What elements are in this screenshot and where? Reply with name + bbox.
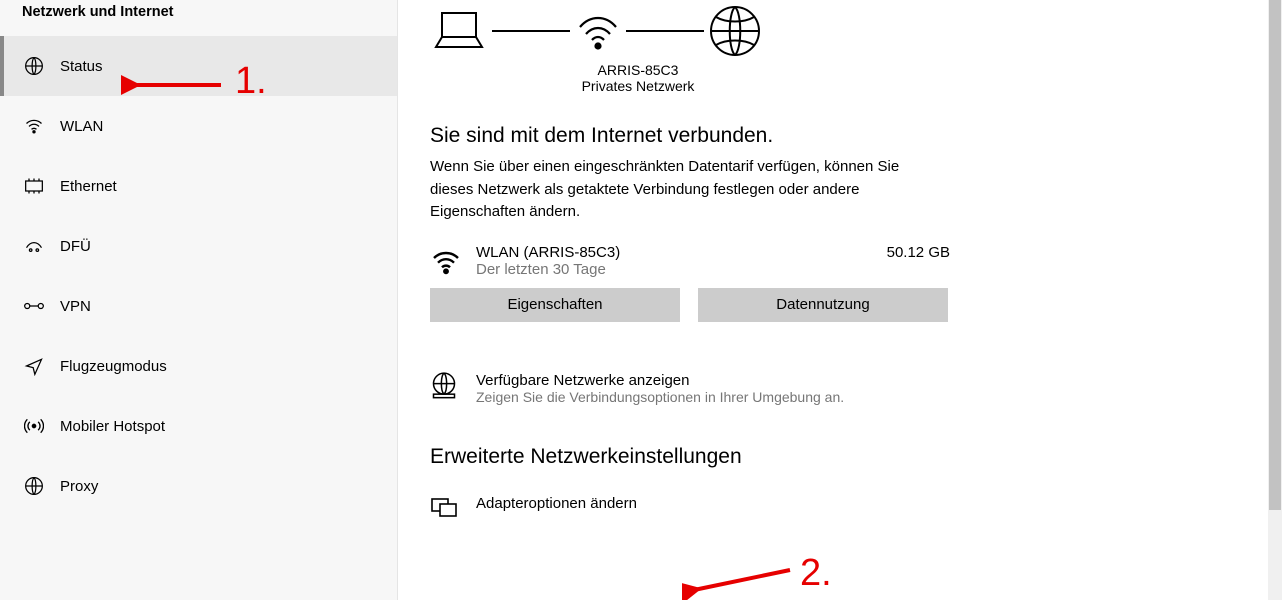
sidebar-title: Netzwerk und Internet: [0, 0, 397, 36]
diagram-line: [626, 30, 704, 32]
sidebar-item-label: Status: [60, 58, 103, 75]
adapter-icon: [430, 495, 476, 519]
sidebar-item-label: VPN: [60, 298, 91, 315]
connection-sub: Der letzten 30 Tage: [476, 261, 850, 278]
sidebar-item-label: Proxy: [60, 478, 98, 495]
sidebar-item-ethernet[interactable]: Ethernet: [0, 156, 397, 216]
dialup-icon: [22, 234, 46, 258]
ethernet-icon: [22, 174, 46, 198]
adapter-options-link[interactable]: Adapteroptionen ändern: [430, 495, 1252, 519]
main-content: ARRIS-85C3 Privates Netzwerk Sie sind mi…: [398, 0, 1282, 600]
network-ssid: ARRIS-85C3: [598, 62, 679, 78]
connection-row: WLAN (ARRIS-85C3) Der letzten 30 Tage 50…: [430, 244, 950, 278]
sidebar-item-label: Mobiler Hotspot: [60, 418, 165, 435]
wifi-large-icon: [574, 7, 622, 55]
network-caption: ARRIS-85C3 Privates Netzwerk: [538, 62, 738, 94]
airplane-icon: [22, 354, 46, 378]
scrollbar-thumb[interactable]: [1269, 0, 1281, 510]
wifi-icon: [22, 114, 46, 138]
globe-icon: [22, 54, 46, 78]
sidebar-item-wlan[interactable]: WLAN: [0, 96, 397, 156]
available-networks-sub: Zeigen Sie die Verbindungsoptionen in Ih…: [476, 389, 844, 405]
sidebar: Netzwerk und Internet Status WLAN Ethern…: [0, 0, 398, 600]
advanced-heading: Erweiterte Netzwerkeinstellungen: [430, 445, 1252, 469]
connection-usage: 50.12 GB: [850, 244, 950, 261]
proxy-icon: [22, 474, 46, 498]
vpn-icon: [22, 294, 46, 318]
globe-large-icon: [708, 4, 762, 58]
diagram-line: [492, 30, 570, 32]
data-usage-button[interactable]: Datennutzung: [698, 288, 948, 322]
sidebar-item-label: DFÜ: [60, 238, 91, 255]
button-row: Eigenschaften Datennutzung: [430, 288, 1252, 322]
adapter-options-title: Adapteroptionen ändern: [476, 495, 637, 512]
globe-grid-icon: [430, 372, 476, 400]
scrollbar-track[interactable]: [1268, 0, 1282, 600]
available-networks-title: Verfügbare Netzwerke anzeigen: [476, 372, 844, 389]
network-diagram: [430, 4, 1252, 58]
network-type: Privates Netzwerk: [538, 78, 738, 94]
sidebar-item-dfu[interactable]: DFÜ: [0, 216, 397, 276]
connected-heading: Sie sind mit dem Internet verbunden.: [430, 124, 1252, 148]
connection-name: WLAN (ARRIS-85C3): [476, 244, 850, 261]
sidebar-item-label: Flugzeugmodus: [60, 358, 167, 375]
properties-button[interactable]: Eigenschaften: [430, 288, 680, 322]
sidebar-item-proxy[interactable]: Proxy: [0, 456, 397, 516]
sidebar-item-label: WLAN: [60, 118, 103, 135]
connected-desc: Wenn Sie über einen eingeschränkten Date…: [430, 156, 940, 224]
available-networks-link[interactable]: Verfügbare Netzwerke anzeigen Zeigen Sie…: [430, 372, 1252, 405]
sidebar-item-hotspot[interactable]: Mobiler Hotspot: [0, 396, 397, 456]
wifi-icon: [430, 244, 476, 278]
sidebar-item-label: Ethernet: [60, 178, 117, 195]
sidebar-item-airplane[interactable]: Flugzeugmodus: [0, 336, 397, 396]
sidebar-item-vpn[interactable]: VPN: [0, 276, 397, 336]
sidebar-item-status[interactable]: Status: [0, 36, 397, 96]
laptop-icon: [430, 7, 488, 55]
hotspot-icon: [22, 414, 46, 438]
